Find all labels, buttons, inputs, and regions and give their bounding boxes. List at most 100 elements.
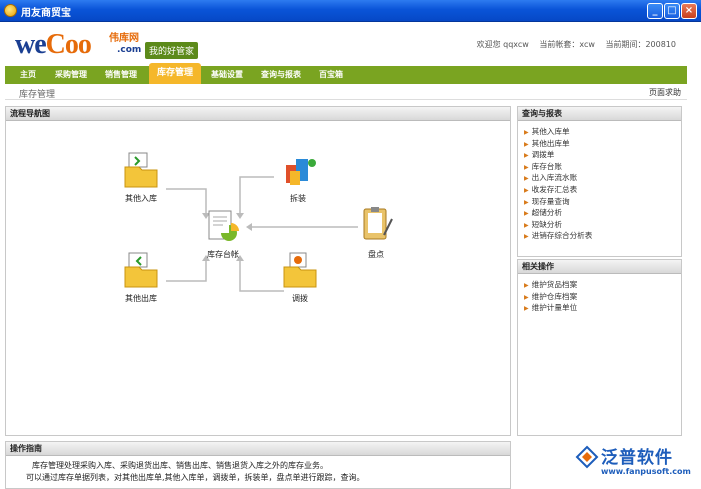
- related-link[interactable]: ▶ 维护计量单位: [518, 302, 681, 314]
- report-link-label: 进销存综合分析表: [531, 231, 593, 241]
- slogan-badge: 我的好管家: [145, 42, 199, 59]
- reports-list: ▶ 其他入库单 ▶ 其他出库单 ▶ 调拨单 ▶ 库存台账 ▶ 出入库流水账 ▶ 收发存汇总表…: [518, 121, 681, 242]
- logo-cn: 伟库网: [109, 33, 139, 44]
- clipboard-icon: [363, 207, 393, 240]
- page-title: 库存管理: [19, 90, 56, 100]
- arrow-right-icon: ▶: [524, 305, 529, 313]
- ledger-chart-icon: [208, 210, 239, 241]
- window-titlebar: 用友商贸宝 _ □ ×: [0, 0, 701, 22]
- report-link-label: 出入库流水账: [531, 173, 578, 183]
- report-link-label: 现存量查询: [531, 196, 570, 206]
- report-link-label: 库存台账: [531, 161, 562, 171]
- node-split[interactable]: 拆装: [268, 151, 328, 204]
- report-link-label: 其他入库单: [531, 127, 570, 136]
- related-link-label: 维护仓库档案: [531, 291, 578, 301]
- nav-purchase[interactable]: 采购管理: [49, 66, 93, 84]
- folder-transfer-icon: [283, 252, 317, 288]
- period-text: 当前期间：200810: [605, 40, 676, 49]
- node-transfer[interactable]: 调拨: [270, 251, 330, 304]
- node-count[interactable]: 盘点: [346, 205, 406, 260]
- arrow-right-icon: ▶: [524, 186, 529, 194]
- node-ledger-label: 库存台帐: [207, 250, 239, 259]
- guide-panel-title: 操作指南: [6, 442, 510, 456]
- nav-reports[interactable]: 查询与报表: [255, 66, 307, 84]
- guide-line-1: 库存管理处理采购入库、采购退货出库、销售出库、销售退货入库之外的库存业务。: [32, 461, 328, 470]
- report-link[interactable]: ▶ 收发存汇总表: [518, 184, 681, 196]
- report-link-label: 短缺分析: [531, 219, 562, 229]
- nav-toolbox[interactable]: 百宝箱: [313, 66, 349, 84]
- logo-we: we: [15, 29, 47, 60]
- guide-text: 库存管理处理采购入库、采购退货出库、销售出库、销售退货入库之外的库存业务。 可以…: [6, 456, 510, 484]
- related-link-label: 维护货品档案: [531, 280, 578, 289]
- folder-out-icon: [124, 252, 158, 288]
- watermark: 泛普软件 www.fanpusoft.com: [575, 443, 695, 483]
- reports-panel: 查询与报表 ▶ 其他入库单 ▶ 其他出库单 ▶ 调拨单 ▶ 库存台账 ▶ 出入库流水账 ▶…: [517, 106, 682, 257]
- nav-basic-settings[interactable]: 基础设置: [205, 66, 249, 84]
- related-list: ▶ 维护货品档案 ▶ 维护仓库档案 ▶ 维护计量单位: [518, 274, 681, 314]
- close-button[interactable]: ×: [681, 3, 697, 19]
- arrow-other-out: [166, 261, 207, 282]
- report-link[interactable]: ▶ 短缺分析: [518, 219, 681, 231]
- arrow-right-icon: ▶: [524, 210, 529, 218]
- watermark-logo-icon: [575, 445, 599, 469]
- arrow-right-icon: ▶: [524, 293, 529, 301]
- reports-panel-title: 查询与报表: [518, 107, 681, 121]
- app-icon: [4, 4, 17, 17]
- related-panel-title: 相关操作: [518, 260, 681, 274]
- flow-panel-title: 流程导航图: [6, 107, 510, 121]
- arrow-right-icon: ▶: [524, 221, 529, 229]
- flow-connectors: [166, 176, 358, 292]
- arrow-right-icon: ▶: [524, 152, 529, 160]
- nav-sales[interactable]: 销售管理: [99, 66, 143, 84]
- report-link[interactable]: ▶ 出入库流水账: [518, 172, 681, 184]
- node-ledger[interactable]: 库存台帐: [193, 207, 253, 260]
- report-link[interactable]: ▶ 进销存综合分析表: [518, 230, 681, 242]
- logo: weCoo: [15, 29, 92, 61]
- guide-line-2: 可以通过库存单据列表，对其他出库单,其他入库单，调拨单，拆装单，盘点单进行跟踪，…: [26, 473, 365, 482]
- user-info: 欢迎您 qqxcw 当前帐套：xcw 当前期间：200810: [469, 39, 676, 50]
- account-text: 当前帐套：xcw: [539, 40, 595, 49]
- arrow-right-icon: ▶: [524, 233, 529, 241]
- report-link-label: 收发存汇总表: [531, 184, 578, 194]
- guide-panel: 操作指南 库存管理处理采购入库、采购退货出库、销售出库、销售退货入库之外的库存业…: [5, 441, 511, 489]
- report-link[interactable]: ▶ 其他入库单: [518, 126, 681, 138]
- app-header: weCoo 伟库网 .com 我的好管家 欢迎您 qqxcw 当前帐套：xcw …: [5, 24, 696, 66]
- split-assemble-icon: [286, 159, 316, 185]
- watermark-url: www.fanpusoft.com: [601, 467, 691, 476]
- report-link[interactable]: ▶ 现存量查询: [518, 196, 681, 208]
- report-link-label: 调拨单: [531, 150, 555, 160]
- watermark-brand: 泛普软件: [601, 448, 673, 468]
- node-other-in-label: 其他入库: [125, 194, 157, 203]
- arrow-right-icon: ▶: [524, 198, 529, 206]
- report-link[interactable]: ▶ 其他出库单: [518, 138, 681, 150]
- node-count-label: 盘点: [368, 250, 384, 259]
- report-link-label: 其他出库单: [531, 138, 570, 148]
- logo-coo: Coo: [45, 29, 92, 60]
- report-link[interactable]: ▶ 库存台账: [518, 161, 681, 173]
- related-link-label: 维护计量单位: [531, 303, 578, 313]
- node-other-in[interactable]: 其他入库: [111, 151, 171, 204]
- breadcrumb-bar: 库存管理 页面求助: [5, 84, 687, 100]
- node-other-out[interactable]: 其他出库: [111, 251, 171, 304]
- related-link[interactable]: ▶ 维护货品档案: [518, 279, 681, 291]
- welcome-text: 欢迎您 qqxcw: [476, 40, 529, 49]
- arrow-right-icon: ▶: [524, 282, 529, 289]
- page-help-link[interactable]: 页面求助: [649, 87, 681, 98]
- nav-inventory[interactable]: 库存管理: [149, 63, 201, 84]
- logo-dotcom: .com: [117, 45, 142, 55]
- flow-panel: 流程导航图 其他入库 拆装 库存台帐 盘点 其他出库 调拨: [5, 106, 511, 436]
- node-split-label: 拆装: [290, 194, 306, 203]
- main-nav: 主页 采购管理 销售管理 库存管理 基础设置 查询与报表 百宝箱: [5, 63, 687, 84]
- arrow-right-icon: ▶: [524, 140, 529, 148]
- maximize-button[interactable]: □: [664, 3, 680, 19]
- related-link[interactable]: ▶ 维护仓库档案: [518, 291, 681, 303]
- node-other-out-label: 其他出库: [125, 294, 157, 303]
- arrow-right-icon: ▶: [524, 163, 529, 171]
- window-title: 用友商贸宝: [21, 8, 71, 19]
- report-link-label: 超储分析: [531, 208, 562, 218]
- related-panel: 相关操作 ▶ 维护货品档案 ▶ 维护仓库档案 ▶ 维护计量单位: [517, 259, 682, 436]
- report-link[interactable]: ▶ 调拨单: [518, 149, 681, 161]
- report-link[interactable]: ▶ 超储分析: [518, 207, 681, 219]
- minimize-button[interactable]: _: [647, 3, 663, 19]
- nav-home[interactable]: 主页: [13, 66, 43, 84]
